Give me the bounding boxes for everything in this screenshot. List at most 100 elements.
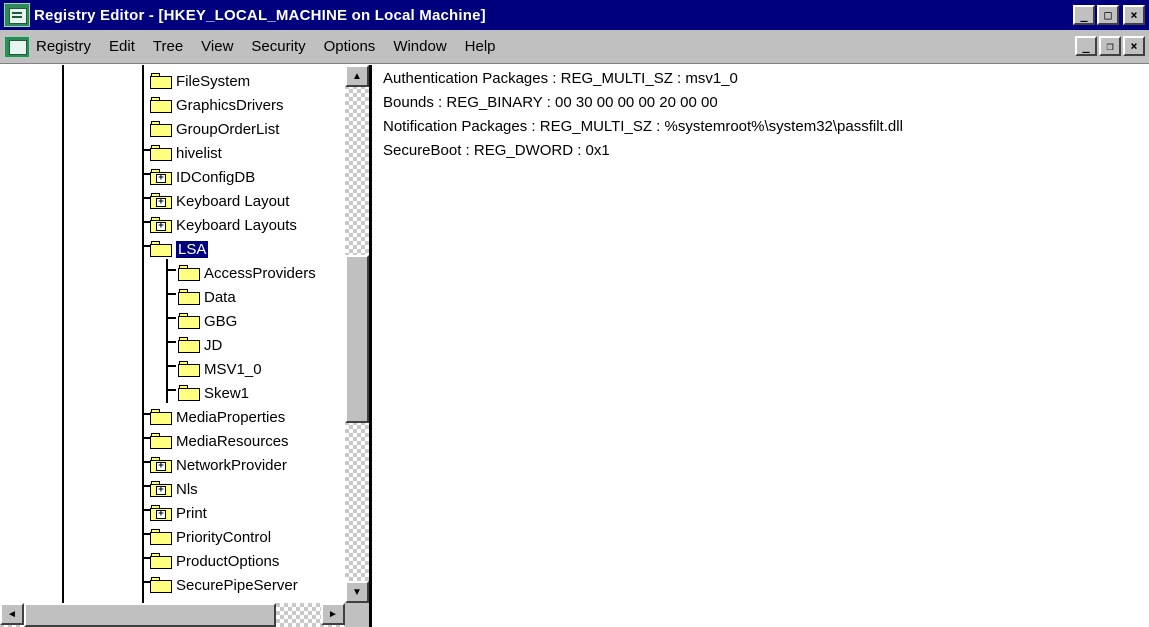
window-controls: _ □ ×: [1073, 5, 1145, 25]
tree-connector-line: [166, 365, 176, 367]
value-row-authentication-packages[interactable]: Authentication Packages : REG_MULTI_SZ :…: [383, 70, 738, 92]
minimize-button[interactable]: _: [1073, 5, 1095, 25]
tree-item-filesystem[interactable]: FileSystem: [150, 69, 250, 93]
vertical-scroll-thumb[interactable]: [345, 255, 369, 423]
title-bar[interactable]: Registry Editor - [HKEY_LOCAL_MACHINE on…: [0, 0, 1149, 30]
registry-editor-icon[interactable]: [4, 3, 30, 27]
tree-item-accessproviders[interactable]: AccessProviders: [178, 261, 316, 285]
value-row-notification-packages[interactable]: Notification Packages : REG_MULTI_SZ : %…: [383, 118, 903, 140]
tree-item-mediaresources[interactable]: MediaResources: [150, 429, 289, 453]
folder-icon: [150, 121, 172, 137]
tree-connector-line: [142, 65, 144, 603]
tree-item-label: Keyboard Layout: [176, 192, 290, 210]
tree-item-lsa[interactable]: LSA: [150, 237, 209, 261]
tree-item-keyboard-layout[interactable]: + Keyboard Layout: [150, 189, 289, 213]
close-button[interactable]: ×: [1123, 5, 1145, 25]
menu-view[interactable]: View: [201, 38, 233, 55]
tree-item-label: MSV1_0: [204, 360, 262, 378]
tree-item-label: GraphicsDrivers: [176, 96, 284, 114]
tree-connector-line: [142, 149, 150, 151]
menu-help[interactable]: Help: [465, 38, 496, 55]
mdi-minimize-button[interactable]: _: [1075, 36, 1097, 56]
mdi-restore-button[interactable]: ❐: [1099, 36, 1121, 56]
menu-registry[interactable]: Registry: [36, 38, 91, 55]
tree-connector-line: [142, 557, 150, 559]
tree-horizontal-scrollbar[interactable]: ◄ ►: [0, 603, 345, 627]
tree-connector-line: [62, 65, 64, 603]
key-tree-pane: FileSystem GraphicsDrivers GroupOrderLis…: [0, 65, 372, 627]
folder-open-icon: [150, 241, 172, 257]
folder-icon: [150, 145, 172, 161]
folder-plus-icon[interactable]: +: [150, 193, 172, 209]
menu-options[interactable]: Options: [324, 38, 376, 55]
tree-item-productoptions[interactable]: ProductOptions: [150, 549, 279, 573]
tree-item-gbg[interactable]: GBG: [178, 309, 237, 333]
scroll-left-button[interactable]: ◄: [0, 603, 24, 625]
tree-item-networkprovider[interactable]: + NetworkProvider: [150, 453, 287, 477]
tree-item-label: MediaProperties: [176, 408, 286, 426]
child-window-icon[interactable]: [4, 35, 30, 58]
folder-plus-icon[interactable]: +: [150, 481, 172, 497]
tree-connector-line: [142, 173, 150, 175]
folder-icon: [150, 409, 172, 425]
folder-icon: [150, 73, 172, 89]
tree-connector-line: [142, 437, 150, 439]
tree-connector-line: [142, 245, 150, 247]
folder-plus-icon[interactable]: +: [150, 169, 172, 185]
value-row-bounds[interactable]: Bounds : REG_BINARY : 00 30 00 00 00 20 …: [383, 94, 718, 116]
menu-bar: Registry Edit Tree View Security Options…: [0, 30, 1149, 64]
menu-tree[interactable]: Tree: [153, 38, 183, 55]
tree-item-label: JD: [204, 336, 223, 354]
tree-item-data[interactable]: Data: [178, 285, 236, 309]
menu-window[interactable]: Window: [393, 38, 446, 55]
tree-item-label: ProductOptions: [176, 552, 280, 570]
tree-item-hivelist[interactable]: hivelist: [150, 141, 222, 165]
key-tree: FileSystem GraphicsDrivers GroupOrderLis…: [0, 65, 345, 603]
mdi-controls: _ ❐ ×: [1075, 36, 1145, 56]
tree-item-grouporderlist[interactable]: GroupOrderList: [150, 117, 279, 141]
scroll-right-button[interactable]: ►: [321, 603, 345, 625]
folder-plus-icon[interactable]: +: [150, 217, 172, 233]
tree-item-label: PriorityControl: [176, 528, 272, 546]
tree-item-graphicsdrivers[interactable]: GraphicsDrivers: [150, 93, 284, 117]
tree-item-jd[interactable]: JD: [178, 333, 222, 357]
maximize-button[interactable]: □: [1097, 5, 1119, 25]
tree-item-label: Keyboard Layouts: [176, 216, 297, 234]
menu-security[interactable]: Security: [251, 38, 305, 55]
tree-item-label: Print: [176, 504, 207, 522]
window-title: Registry Editor - [HKEY_LOCAL_MACHINE on…: [34, 6, 486, 24]
tree-item-nls[interactable]: + Nls: [150, 477, 198, 501]
tree-item-label: hivelist: [176, 144, 222, 162]
folder-icon: [150, 97, 172, 113]
mdi-close-button[interactable]: ×: [1123, 36, 1145, 56]
tree-item-label: Skew1: [204, 384, 250, 402]
tree-connector-line: [142, 413, 150, 415]
horizontal-scroll-thumb[interactable]: [24, 603, 276, 627]
tree-item-keyboard-layouts[interactable]: + Keyboard Layouts: [150, 213, 297, 237]
tree-item-mediaproperties[interactable]: MediaProperties: [150, 405, 285, 429]
folder-plus-icon[interactable]: +: [150, 505, 172, 521]
folder-icon: [150, 433, 172, 449]
tree-connector-line: [142, 533, 150, 535]
tree-connector-line: [166, 341, 176, 343]
tree-item-securepipeserver[interactable]: SecurePipeServer: [150, 573, 298, 597]
tree-item-label: Data: [204, 288, 236, 306]
tree-item-prioritycontrol[interactable]: PriorityControl: [150, 525, 271, 549]
value-list-pane: Authentication Packages : REG_MULTI_SZ :…: [375, 65, 1149, 627]
scroll-down-button[interactable]: ▼: [345, 581, 369, 603]
tree-item-msv1-0[interactable]: MSV1_0: [178, 357, 262, 381]
tree-connector-line: [142, 197, 150, 199]
tree-item-idconfigdb[interactable]: + IDConfigDB: [150, 165, 255, 189]
value-row-secureboot[interactable]: SecureBoot : REG_DWORD : 0x1: [383, 142, 610, 164]
scroll-up-button[interactable]: ▲: [345, 65, 369, 87]
tree-item-label: IDConfigDB: [176, 168, 256, 186]
tree-item-print[interactable]: + Print: [150, 501, 207, 525]
tree-connector-line: [166, 389, 176, 391]
menu-edit[interactable]: Edit: [109, 38, 135, 55]
tree-vertical-scrollbar[interactable]: ▲ ▼: [345, 65, 369, 603]
tree-item-skew1[interactable]: Skew1: [178, 381, 249, 405]
tree-item-label: NetworkProvider: [176, 456, 287, 474]
folder-icon: [178, 337, 200, 353]
folder-plus-icon[interactable]: +: [150, 457, 172, 473]
folder-icon: [178, 289, 200, 305]
